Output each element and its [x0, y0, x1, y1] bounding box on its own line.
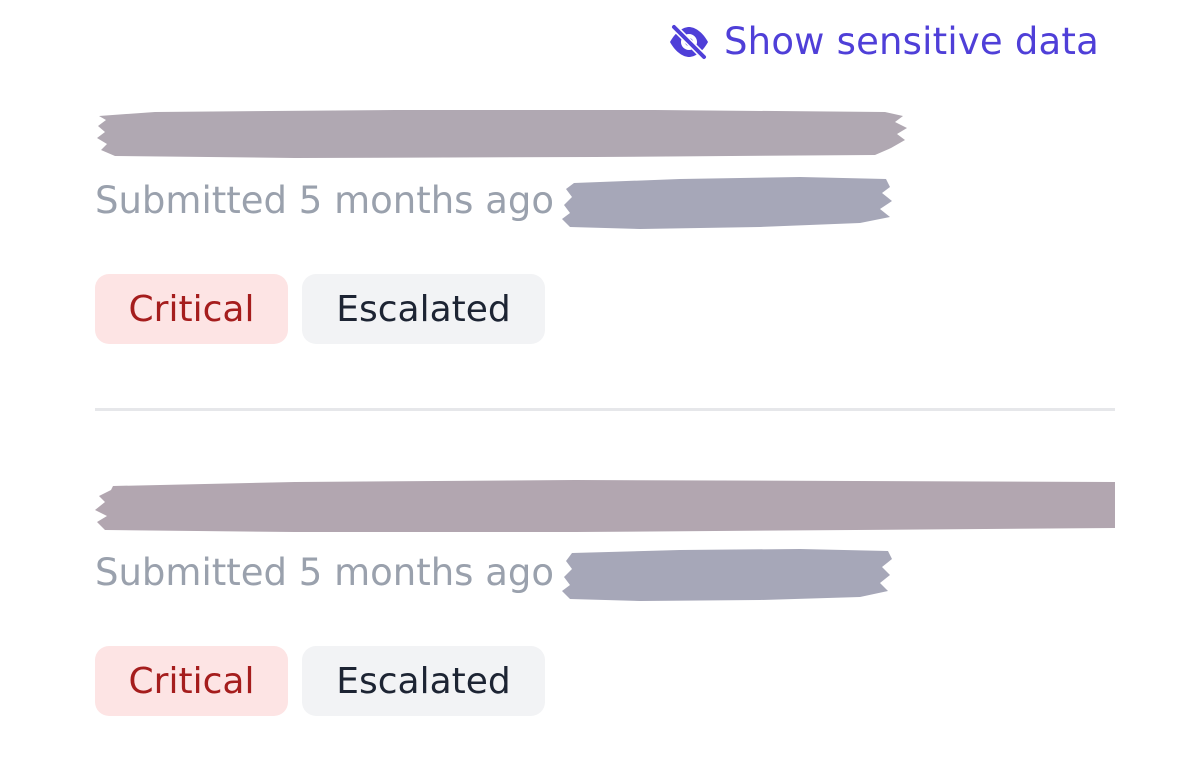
redacted-submitter: [560, 173, 895, 233]
submitted-time: Submitted 5 months ago: [95, 551, 554, 594]
tag-list: Critical Escalated: [95, 646, 1115, 716]
redacted-title: [95, 100, 1115, 166]
status-badge[interactable]: Escalated: [302, 274, 545, 344]
status-badge[interactable]: Escalated: [302, 646, 545, 716]
redacted-submitter: [560, 545, 895, 605]
severity-badge[interactable]: Critical: [95, 274, 288, 344]
divider: [95, 408, 1115, 411]
submitted-time: Submitted 5 months ago: [95, 179, 554, 222]
eye-slash-icon: [666, 19, 712, 65]
show-sensitive-data-toggle[interactable]: Show sensitive data: [666, 18, 1099, 66]
redacted-title: [95, 472, 1115, 538]
tag-list: Critical Escalated: [95, 274, 1115, 344]
report-list-item[interactable]: Submitted 5 months ago Critical Escalate…: [95, 472, 1115, 716]
submission-meta: Submitted 5 months ago: [95, 538, 1115, 608]
submission-meta: Submitted 5 months ago: [95, 166, 1115, 236]
severity-badge[interactable]: Critical: [95, 646, 288, 716]
report-list-item[interactable]: Submitted 5 months ago Critical Escalate…: [95, 100, 1115, 344]
toggle-label: Show sensitive data: [724, 20, 1099, 63]
